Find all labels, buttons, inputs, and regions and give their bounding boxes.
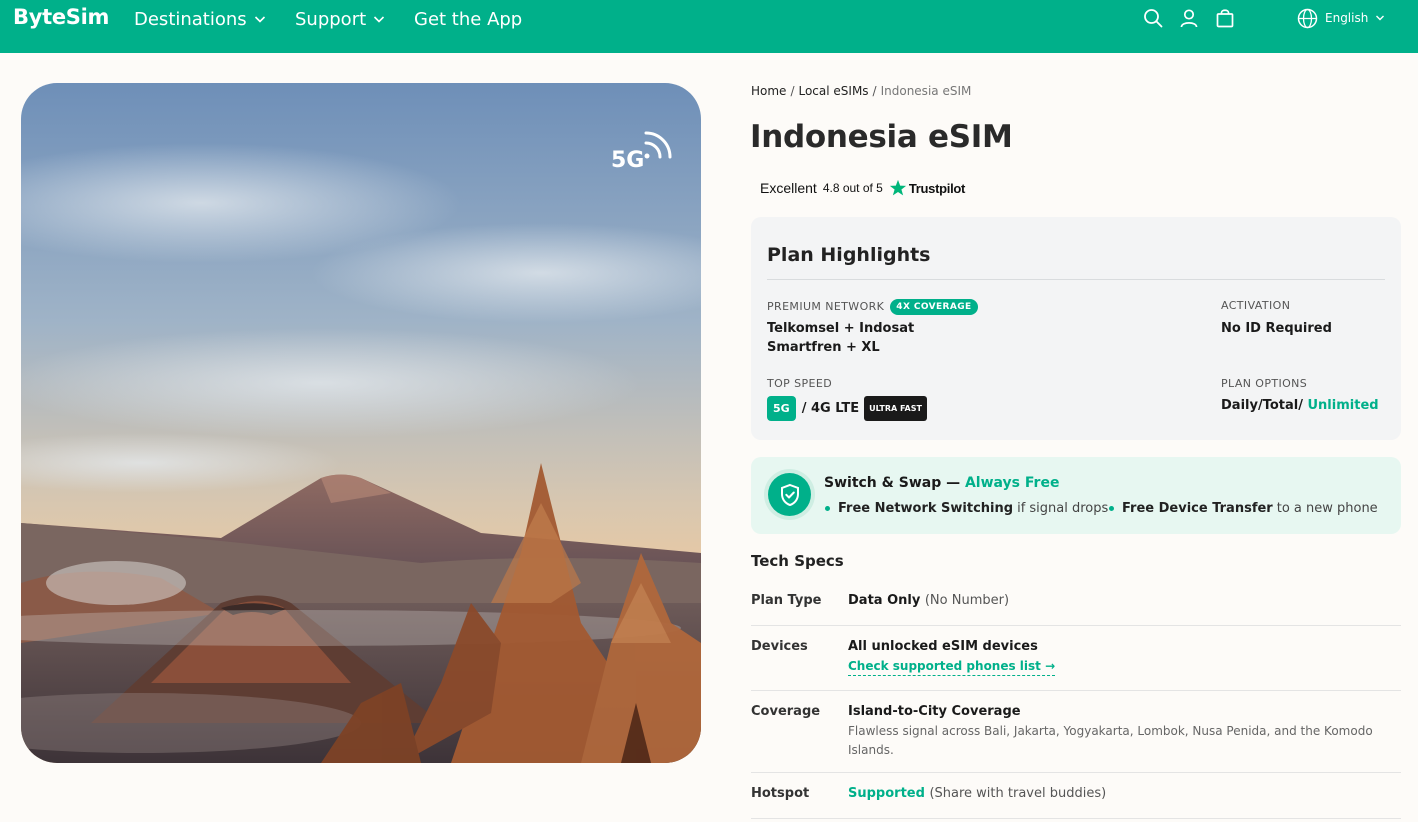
spec-hotspot-value: Supported (Share with travel buddies): [848, 786, 1106, 801]
network-line-1: Telkomsel + Indosat: [767, 321, 915, 336]
spec-devices-key: Devices: [751, 639, 808, 654]
star-icon: [889, 179, 906, 196]
plan-options-value: Daily/Total/ Unlimited: [1221, 396, 1379, 415]
breadcrumb-current: Indonesia eSIM: [880, 84, 972, 98]
volcano-landscape-illustration: 5G: [21, 83, 701, 763]
hotspot-note: (Share with travel buddies): [929, 786, 1107, 801]
plan-type-text: Data Only: [848, 593, 921, 608]
spec-plan-type-value: Data Only (No Number): [848, 593, 1009, 608]
product-hero-image: 5G: [21, 83, 701, 763]
nav-support[interactable]: Support: [295, 8, 385, 30]
always-free-highlight: Always Free: [964, 475, 1060, 491]
spec-plan-type-key: Plan Type: [751, 593, 822, 608]
swap-item-1-bold: Free Network Switching: [838, 501, 1014, 516]
top-speed-value: 5G / 4G LTE ULTRA FAST: [767, 396, 927, 421]
search-icon[interactable]: [1143, 8, 1163, 28]
language-selector[interactable]: English: [1297, 7, 1385, 29]
swap-item-2-bold: Free Device Transfer: [1122, 501, 1273, 516]
breadcrumb: Home / Local eSIMs / Indonesia eSIM: [751, 84, 972, 98]
speed-text: / 4G LTE: [801, 401, 860, 416]
premium-network-label: PREMIUM NETWORK 4X COVERAGE: [767, 299, 978, 315]
switch-swap-title-text: Switch & Swap —: [824, 475, 961, 491]
bullet-dot: [825, 506, 830, 511]
bytesim-logo[interactable]: ByteSim: [13, 5, 109, 29]
switch-swap-banner: Switch & Swap — Always Free Free Network…: [751, 457, 1401, 534]
unlimited-highlight: Unlimited: [1307, 398, 1379, 413]
divider: [751, 772, 1401, 773]
5g-badge-text: 5G: [611, 148, 644, 173]
chevron-down-icon: [374, 16, 385, 23]
hotspot-supported-text: Supported: [848, 786, 925, 801]
spec-coverage-value: Island-to-City Coverage: [848, 704, 1021, 719]
activation-label: ACTIVATION: [1221, 299, 1291, 312]
nav-get-the-app[interactable]: Get the App: [414, 8, 522, 30]
swap-item-1-rest: if signal drops: [1017, 501, 1109, 516]
trustpilot-score: 4.8 out of 5: [822, 181, 883, 195]
breadcrumb-local-esims[interactable]: Local eSIMs: [798, 84, 868, 98]
switch-swap-title: Switch & Swap — Always Free: [824, 475, 1059, 491]
trustpilot-widget[interactable]: Excellent 4.8 out of 5 Trustpilot: [760, 179, 965, 197]
plan-type-note: (No Number): [924, 593, 1010, 608]
chevron-down-icon: [254, 16, 265, 23]
nav-get-the-app-label: Get the App: [414, 8, 523, 30]
nav-destinations[interactable]: Destinations: [134, 8, 266, 30]
check-supported-phones-link[interactable]: Check supported phones list →: [848, 659, 1056, 676]
coverage-badge: 4X COVERAGE: [890, 299, 978, 315]
trustpilot-brand: Trustpilot: [908, 180, 966, 196]
shopping-bag-icon[interactable]: [1215, 8, 1235, 28]
5g-tag: 5G: [767, 396, 796, 421]
spec-devices-value: All unlocked eSIM devices: [848, 639, 1038, 654]
spec-coverage-description: Flawless signal across Bali, Jakarta, Yo…: [848, 724, 1373, 757]
shield-check-icon: [768, 473, 811, 516]
nav-support-label: Support: [295, 8, 367, 30]
chevron-down-icon: [1376, 15, 1385, 21]
plan-options-label: PLAN OPTIONS: [1221, 377, 1308, 390]
plan-highlights-card: Plan Highlights PREMIUM NETWORK 4X COVERA…: [751, 217, 1401, 440]
plan-options-text: Daily/Total/: [1221, 398, 1303, 413]
nav-destinations-label: Destinations: [134, 8, 247, 30]
page-title: Indonesia eSIM: [750, 119, 1013, 155]
language-label: English: [1325, 11, 1369, 25]
breadcrumb-home[interactable]: Home: [751, 84, 786, 98]
spec-hotspot-key: Hotspot: [751, 786, 810, 801]
ultra-fast-badge: ULTRA FAST: [864, 396, 927, 421]
top-navigation-bar: ByteSim Destinations Support Get the App…: [0, 0, 1418, 53]
swap-item-device-transfer: Free Device Transfer to a new phone: [1109, 501, 1378, 516]
top-speed-label: TOP SPEED: [767, 377, 833, 390]
tech-specs-title: Tech Specs: [751, 552, 844, 570]
divider: [751, 818, 1401, 819]
activation-value: No ID Required: [1221, 321, 1332, 336]
divider: [751, 625, 1401, 626]
swap-item-network-switching: Free Network Switching if signal drops: [825, 501, 1108, 516]
divider: [767, 279, 1385, 280]
user-icon[interactable]: [1179, 8, 1199, 28]
bullet-dot: [1109, 506, 1114, 511]
trustpilot-rating-label: Excellent: [760, 180, 817, 196]
globe-icon: [1297, 8, 1318, 28]
spec-coverage-key: Coverage: [751, 704, 821, 719]
premium-network-label-text: PREMIUM NETWORK: [767, 300, 885, 313]
network-line-2: Smartfren + XL: [767, 340, 880, 355]
divider: [751, 690, 1401, 691]
network-providers: Telkomsel + Indosat Smartfren + XL: [767, 319, 914, 357]
plan-highlights-title: Plan Highlights: [767, 244, 931, 266]
swap-item-2-rest: to a new phone: [1276, 501, 1378, 516]
